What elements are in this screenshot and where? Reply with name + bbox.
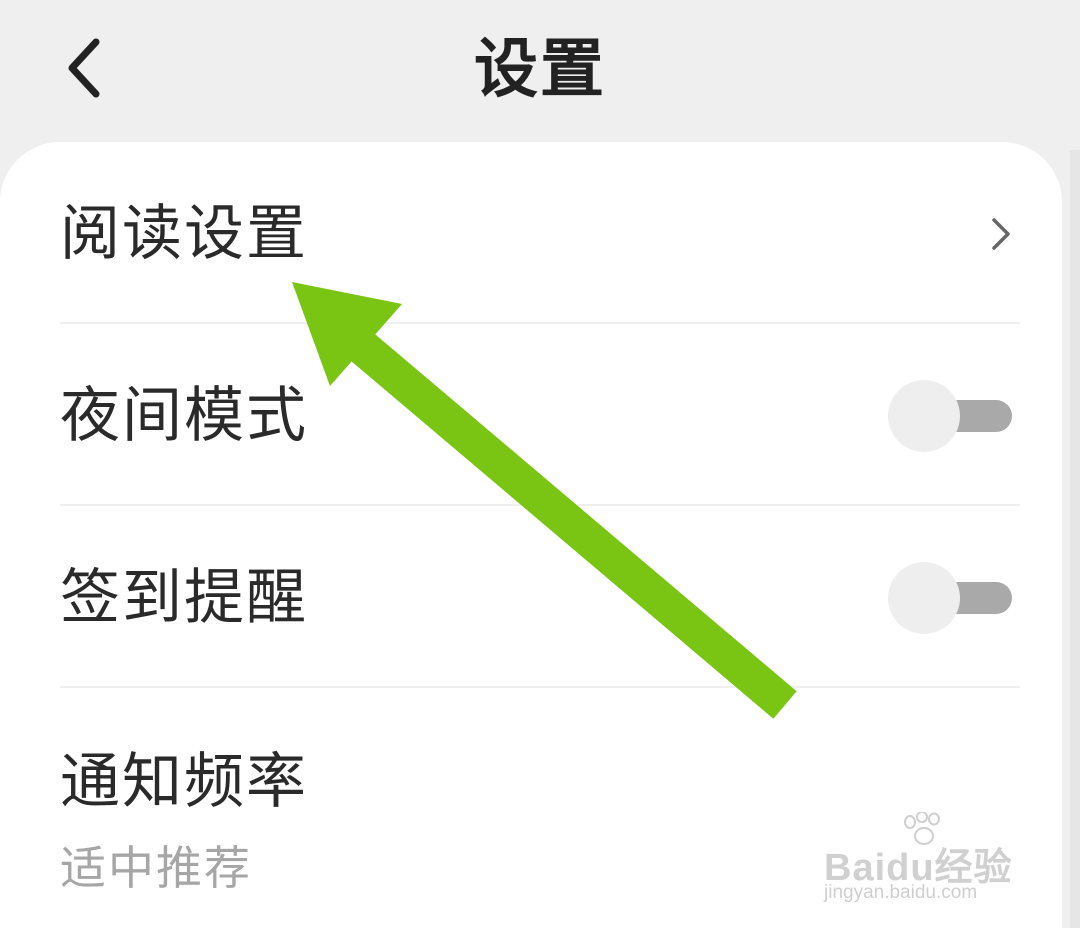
setting-row-reading[interactable]: 阅读设置 <box>60 180 1020 290</box>
toggle-knob <box>888 380 960 452</box>
checkin-reminder-toggle[interactable] <box>888 560 1014 636</box>
watermark-url: jingyan.baidu.com <box>824 882 978 903</box>
divider <box>60 322 1020 324</box>
divider <box>60 686 1020 688</box>
setting-label-reading: 阅读设置 <box>60 199 308 269</box>
chevron-right-icon <box>986 214 1016 258</box>
page-title: 设置 <box>474 33 606 107</box>
setting-label-night-mode: 夜间模式 <box>60 381 308 451</box>
toggle-knob <box>888 562 960 634</box>
setting-row-night-mode[interactable]: 夜间模式 <box>60 360 1020 472</box>
setting-label-notification-frequency: 通知频率 <box>60 747 308 817</box>
watermark: Baidu经验 jingyan.baidu.com <box>824 811 1024 918</box>
settings-screen: 设置 阅读设置 夜间模式 签到提醒 通知频率 适中推荐 Baidu经验 jing… <box>0 0 1080 928</box>
night-mode-toggle[interactable] <box>888 378 1014 454</box>
setting-value-notification-frequency: 适中推荐 <box>60 841 252 895</box>
divider <box>60 504 1020 506</box>
setting-row-checkin-reminder[interactable]: 签到提醒 <box>60 542 1020 654</box>
scrollbar[interactable] <box>1070 150 1080 928</box>
setting-label-checkin-reminder: 签到提醒 <box>60 563 308 633</box>
header-bar: 设置 <box>0 0 1080 142</box>
